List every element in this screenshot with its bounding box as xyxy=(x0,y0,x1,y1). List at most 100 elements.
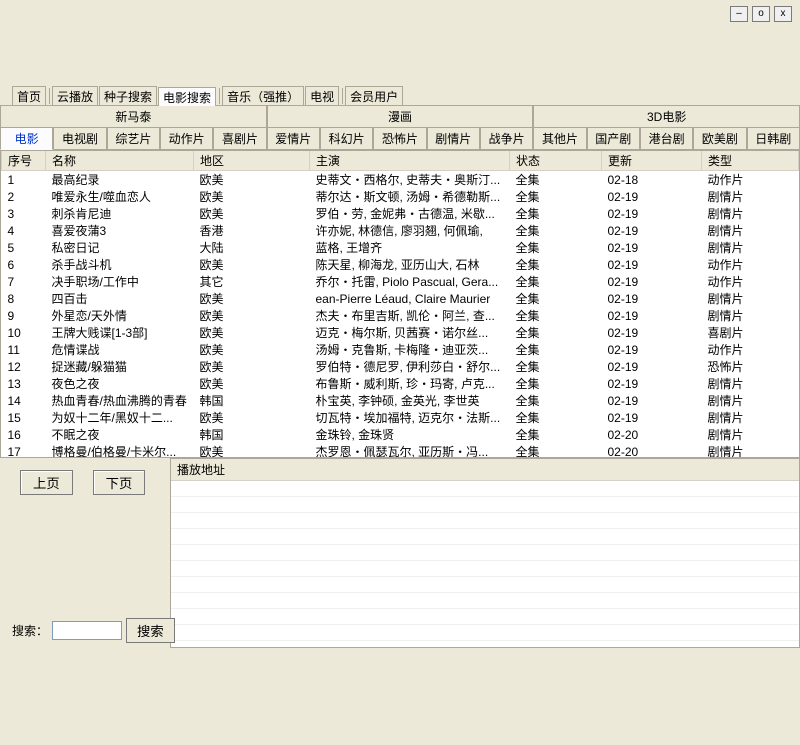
col-header-3[interactable]: 主演 xyxy=(310,151,510,171)
play-url-list[interactable] xyxy=(171,481,799,647)
main-tab-0[interactable]: 首页 xyxy=(12,86,46,105)
cell: 欧美 xyxy=(194,324,310,341)
category-tab-12[interactable]: 港台剧 xyxy=(640,128,693,150)
cell: 欧美 xyxy=(194,188,310,205)
cell: 02-19 xyxy=(602,358,702,375)
main-tabs: 首页云播放种子搜索电影搜索音乐（强推）电视会员用户 xyxy=(0,86,800,106)
cell: 全集 xyxy=(510,188,602,205)
category-tab-9[interactable]: 战争片 xyxy=(480,128,533,150)
cell: 剧情片 xyxy=(702,392,799,409)
category-tabs-row2: 电影电视剧综艺片动作片喜剧片爱情片科幻片恐怖片剧情片战争片其他片国产剧港台剧欧美… xyxy=(0,128,800,150)
search-label: 搜索： xyxy=(12,622,48,639)
cell: 8 xyxy=(2,290,46,307)
main-tab-1[interactable]: 云播放 xyxy=(52,86,98,105)
table-row[interactable]: 7决手职场/工作中其它乔尔・托雷, Piolo Pascual, Gera...… xyxy=(2,273,799,290)
cell: 欧美 xyxy=(194,307,310,324)
col-header-1[interactable]: 名称 xyxy=(46,151,194,171)
cell: 2 xyxy=(2,188,46,205)
table-row[interactable]: 8四百击欧美ean-Pierre Léaud, Claire Maurier全集… xyxy=(2,290,799,307)
category-tab-5[interactable]: 爱情片 xyxy=(267,128,320,150)
cell: 大陆 xyxy=(194,239,310,256)
main-tab-3[interactable]: 电影搜索 xyxy=(158,87,216,106)
cell: 热血青春/热血沸腾的青春 xyxy=(46,392,194,409)
cell: 欧美 xyxy=(194,358,310,375)
category-tab-4[interactable]: 喜剧片 xyxy=(213,128,266,150)
cell: 欧美 xyxy=(194,409,310,426)
table-row[interactable]: 1最高纪录欧美史蒂文・西格尔, 史蒂夫・奥斯汀...全集02-18动作片 xyxy=(2,171,799,189)
table-row[interactable]: 5私密日记大陆蓝格, 王增齐全集02-19剧情片 xyxy=(2,239,799,256)
main-tab-4[interactable]: 音乐（强推） xyxy=(222,86,304,105)
cell: 陈天星, 柳海龙, 亚历山大, 石林 xyxy=(310,256,510,273)
table-row[interactable]: 12捉迷藏/躲猫猫欧美罗伯特・德尼罗, 伊利莎白・舒尔...全集02-19恐怖片 xyxy=(2,358,799,375)
cell: 韩国 xyxy=(194,392,310,409)
table-row[interactable]: 9外星恋/天外情欧美杰夫・布里吉斯, 凯伦・阿兰, 查...全集02-19剧情片 xyxy=(2,307,799,324)
cell: 11 xyxy=(2,341,46,358)
next-page-button[interactable]: 下页 xyxy=(93,470,146,495)
category-tab-7[interactable]: 恐怖片 xyxy=(373,128,426,150)
main-tab-5[interactable]: 电视 xyxy=(305,86,339,105)
prev-page-button[interactable]: 上页 xyxy=(20,470,73,495)
table-row[interactable]: 3刺杀肯尼迪欧美罗伯・劳, 金妮弗・古德温, 米歇...全集02-19剧情片 xyxy=(2,205,799,222)
col-header-6[interactable]: 类型 xyxy=(702,151,799,171)
cell: 杰夫・布里吉斯, 凯伦・阿兰, 查... xyxy=(310,307,510,324)
category-tab-14[interactable]: 日韩剧 xyxy=(747,128,800,150)
col-header-4[interactable]: 状态 xyxy=(510,151,602,171)
main-tab-6[interactable]: 会员用户 xyxy=(345,86,403,105)
table-row[interactable]: 16不眠之夜韩国金珠铃, 金珠贤全集02-20剧情片 xyxy=(2,426,799,443)
cell: 不眠之夜 xyxy=(46,426,194,443)
cell: 02-19 xyxy=(602,222,702,239)
cell: 全集 xyxy=(510,375,602,392)
cell: 史蒂文・西格尔, 史蒂夫・奥斯汀... xyxy=(310,171,510,189)
category-tab-2[interactable]: 综艺片 xyxy=(107,128,160,150)
cell: 香港 xyxy=(194,222,310,239)
cell: 唯爱永生/噬血恋人 xyxy=(46,188,194,205)
table-row[interactable]: 4喜爱夜蒲3香港许亦妮, 林德信, 廖羽翘, 何佩瑜,全集02-19剧情片 xyxy=(2,222,799,239)
maximize-button[interactable]: o xyxy=(752,6,770,22)
minimize-button[interactable]: – xyxy=(730,6,748,22)
cell: 02-19 xyxy=(602,256,702,273)
cell: 最高纪录 xyxy=(46,171,194,189)
cell: 韩国 xyxy=(194,426,310,443)
table-row[interactable]: 14热血青春/热血沸腾的青春韩国朴宝英, 李钟硕, 金英光, 李世英全集02-1… xyxy=(2,392,799,409)
category-tab-8[interactable]: 剧情片 xyxy=(427,128,480,150)
col-header-5[interactable]: 更新 xyxy=(602,151,702,171)
table-row[interactable]: 17博格曼/伯格曼/卡米尔...欧美杰罗恩・佩瑟瓦尔, 亚历斯・冯...全集02… xyxy=(2,443,799,458)
search-input[interactable] xyxy=(52,621,122,640)
table-row[interactable]: 13夜色之夜欧美布鲁斯・威利斯, 珍・玛寄, 卢克...全集02-19剧情片 xyxy=(2,375,799,392)
table-row[interactable]: 10王牌大贱谍[1-3部]欧美迈克・梅尔斯, 贝茜赛・诺尔丝...全集02-19… xyxy=(2,324,799,341)
cell: 迈克・梅尔斯, 贝茜赛・诺尔丝... xyxy=(310,324,510,341)
cell: 喜剧片 xyxy=(702,324,799,341)
cell: 许亦妮, 林德信, 廖羽翘, 何佩瑜, xyxy=(310,222,510,239)
cell: 剧情片 xyxy=(702,426,799,443)
table-row[interactable]: 15为奴十二年/黑奴十二...欧美切瓦特・埃加福特, 迈克尔・法斯...全集02… xyxy=(2,409,799,426)
category-header-0[interactable]: 新马泰 xyxy=(0,106,267,128)
category-tabs-row1: 新马泰漫画3D电影 xyxy=(0,106,800,128)
category-header-2[interactable]: 3D电影 xyxy=(533,106,800,128)
category-tab-0[interactable]: 电影 xyxy=(0,128,53,150)
cell: 布鲁斯・威利斯, 珍・玛寄, 卢克... xyxy=(310,375,510,392)
category-tab-1[interactable]: 电视剧 xyxy=(53,128,106,150)
search-row: 搜索： 搜索 xyxy=(12,618,175,643)
cell: 全集 xyxy=(510,256,602,273)
category-header-1[interactable]: 漫画 xyxy=(267,106,534,128)
search-button[interactable]: 搜索 xyxy=(126,618,175,643)
cell: 17 xyxy=(2,443,46,458)
cell: 02-19 xyxy=(602,375,702,392)
cell: 欧美 xyxy=(194,290,310,307)
col-header-0[interactable]: 序号 xyxy=(2,151,46,171)
cell: 02-19 xyxy=(602,392,702,409)
table-row[interactable]: 11危情谍战欧美汤姆・克鲁斯, 卡梅隆・迪亚茨...全集02-19动作片 xyxy=(2,341,799,358)
category-tab-13[interactable]: 欧美剧 xyxy=(693,128,746,150)
table-row[interactable]: 2唯爱永生/噬血恋人欧美蒂尔达・斯文顿, 汤姆・希德勒斯...全集02-19剧情… xyxy=(2,188,799,205)
cell: 金珠铃, 金珠贤 xyxy=(310,426,510,443)
table-row[interactable]: 6杀手战斗机欧美陈天星, 柳海龙, 亚历山大, 石林全集02-19动作片 xyxy=(2,256,799,273)
main-tab-2[interactable]: 种子搜索 xyxy=(99,86,157,105)
category-tab-3[interactable]: 动作片 xyxy=(160,128,213,150)
cell: 欧美 xyxy=(194,375,310,392)
play-url-panel: 播放地址 xyxy=(170,458,800,648)
col-header-2[interactable]: 地区 xyxy=(194,151,310,171)
category-tab-10[interactable]: 其他片 xyxy=(533,128,586,150)
category-tab-11[interactable]: 国产剧 xyxy=(587,128,640,150)
category-tab-6[interactable]: 科幻片 xyxy=(320,128,373,150)
close-button[interactable]: x xyxy=(774,6,792,22)
